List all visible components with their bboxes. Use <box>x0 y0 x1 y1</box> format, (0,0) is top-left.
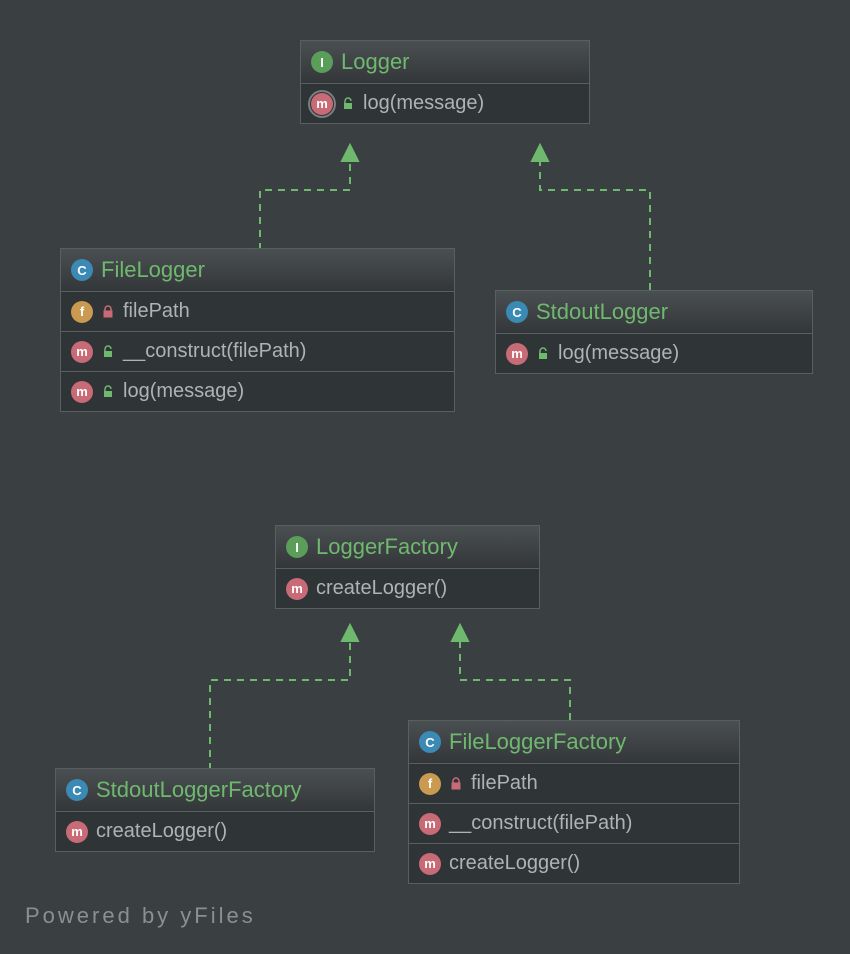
public-visibility-icon <box>536 347 550 361</box>
class-icon: C <box>419 731 441 753</box>
class-title: LoggerFactory <box>316 534 458 560</box>
member-text: filePath <box>471 772 538 795</box>
class-header: C FileLoggerFactory <box>409 721 739 764</box>
class-header: I LoggerFactory <box>276 526 539 569</box>
class-logger: I Logger m log(message) <box>300 40 590 124</box>
member-row: m log(message) <box>301 84 589 123</box>
class-stdoutlogger: C StdoutLogger m log(message) <box>495 290 813 374</box>
member-row: m __construct(filePath) <box>61 332 454 372</box>
interface-icon: I <box>286 536 308 558</box>
private-visibility-icon <box>449 777 463 791</box>
member-row: m log(message) <box>496 334 812 373</box>
class-header: I Logger <box>301 41 589 84</box>
uml-diagram-canvas: I Logger m log(message) C FileLogger f f… <box>0 0 850 954</box>
method-icon: m <box>66 821 88 843</box>
abstract-method-icon: m <box>311 93 333 115</box>
member-row: f filePath <box>409 764 739 804</box>
footer-attribution: Powered by yFiles <box>25 903 256 929</box>
private-visibility-icon <box>101 305 115 319</box>
class-filelogger: C FileLogger f filePath m __construct(fi… <box>60 248 455 412</box>
method-icon: m <box>71 381 93 403</box>
class-loggerfactory: I LoggerFactory m createLogger() <box>275 525 540 609</box>
method-icon: m <box>286 578 308 600</box>
public-visibility-icon <box>341 97 355 111</box>
class-header: C StdoutLogger <box>496 291 812 334</box>
class-icon: C <box>506 301 528 323</box>
member-text: log(message) <box>363 92 484 115</box>
class-fileloggerfactory: C FileLoggerFactory f filePath m __const… <box>408 720 740 884</box>
class-title: Logger <box>341 49 410 75</box>
method-icon: m <box>71 341 93 363</box>
member-text: log(message) <box>558 342 679 365</box>
member-text: __construct(filePath) <box>123 340 306 363</box>
class-header: C FileLogger <box>61 249 454 292</box>
class-title: FileLogger <box>101 257 205 283</box>
member-row: f filePath <box>61 292 454 332</box>
member-text: log(message) <box>123 380 244 403</box>
method-icon: m <box>419 853 441 875</box>
member-row: m createLogger() <box>56 812 374 851</box>
member-text: __construct(filePath) <box>449 812 632 835</box>
public-visibility-icon <box>101 385 115 399</box>
class-stdoutloggerfactory: C StdoutLoggerFactory m createLogger() <box>55 768 375 852</box>
field-icon: f <box>419 773 441 795</box>
public-visibility-icon <box>101 345 115 359</box>
member-text: createLogger() <box>316 577 447 600</box>
member-row: m __construct(filePath) <box>409 804 739 844</box>
member-row: m createLogger() <box>409 844 739 883</box>
class-icon: C <box>66 779 88 801</box>
class-header: C StdoutLoggerFactory <box>56 769 374 812</box>
member-text: createLogger() <box>449 852 580 875</box>
member-text: filePath <box>123 300 190 323</box>
class-icon: C <box>71 259 93 281</box>
member-row: m log(message) <box>61 372 454 411</box>
member-text: createLogger() <box>96 820 227 843</box>
class-title: StdoutLoggerFactory <box>96 777 301 803</box>
class-title: StdoutLogger <box>536 299 668 325</box>
member-row: m createLogger() <box>276 569 539 608</box>
field-icon: f <box>71 301 93 323</box>
class-title: FileLoggerFactory <box>449 729 626 755</box>
interface-icon: I <box>311 51 333 73</box>
method-icon: m <box>506 343 528 365</box>
method-icon: m <box>419 813 441 835</box>
